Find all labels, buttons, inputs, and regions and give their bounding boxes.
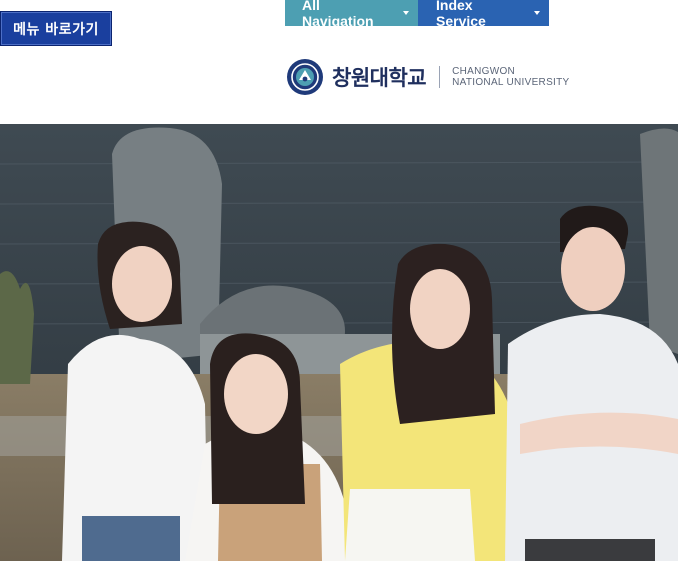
university-logo-link[interactable]: 창원대학교 CHANGWON NATIONAL UNIVERSITY — [286, 58, 570, 96]
students-photo — [0, 124, 678, 561]
caret-down-icon — [394, 0, 418, 26]
all-navigation-label: All Navigation — [302, 0, 374, 29]
hero-banner-image — [0, 124, 678, 561]
university-name-korean: 창원대학교 — [332, 66, 427, 90]
skip-to-menu-link[interactable]: 메뉴 바로가기 — [0, 11, 112, 46]
logo-divider — [439, 66, 441, 88]
top-navigation: All Navigation Index Service — [285, 0, 549, 29]
caret-down-icon — [525, 0, 549, 26]
university-emblem-icon — [287, 59, 323, 95]
university-name-english-line1: CHANGWON — [452, 66, 516, 77]
all-navigation-button[interactable]: All Navigation — [285, 0, 418, 29]
index-service-button[interactable]: Index Service — [418, 0, 549, 29]
university-name-english: CHANGWON NATIONAL UNIVERSITY — [452, 66, 569, 88]
index-service-label: Index Service — [436, 0, 486, 29]
university-name-english-line2: NATIONAL UNIVERSITY — [452, 77, 570, 88]
